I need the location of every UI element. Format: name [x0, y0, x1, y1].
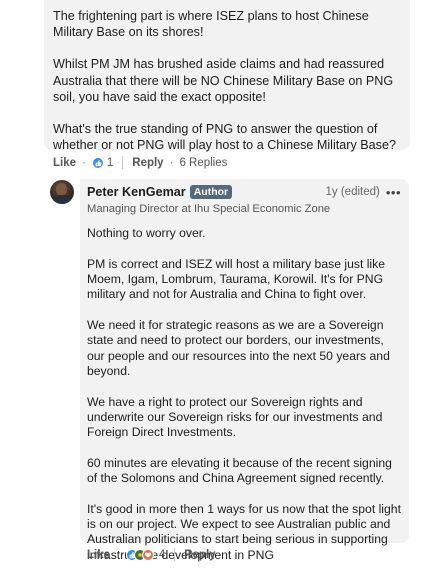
divider [122, 156, 124, 169]
reaction-count[interactable]: 1 [107, 157, 113, 169]
separator-dot: · [116, 548, 120, 561]
avatar[interactable] [50, 180, 74, 204]
like-button[interactable]: Like [53, 157, 76, 169]
comment-paragraph: The frightening part is where ISEZ plans… [53, 9, 369, 40]
author-headline: Managing Director at Ihu Special Economi… [87, 203, 331, 215]
more-options-icon[interactable]: ••• [386, 185, 401, 200]
timestamp: 1y (edited) [325, 186, 380, 198]
reply-comment-actions: Like · 4 Reply [87, 548, 216, 561]
reply-comment-bubble: Peter KenGemar Author 1y (edited) ••• Ma… [80, 179, 409, 562]
author-badge: Author [189, 185, 233, 199]
reply-body: Nothing to worry over. PM is correct and… [87, 226, 401, 563]
like-button[interactable]: Like [87, 549, 110, 561]
comment-paragraph: Whilst PM JM has brushed aside claims an… [53, 57, 394, 104]
like-reaction-icon[interactable] [91, 156, 104, 169]
replies-count-link[interactable]: 6 Replies [179, 157, 227, 169]
reply-header: Peter KenGemar Author 1y (edited) ••• [87, 184, 401, 200]
separator-dot: · [82, 156, 86, 169]
love-reaction-icon[interactable] [141, 548, 154, 561]
parent-comment-actions: Like · 1 Reply · 6 Replies [53, 156, 227, 169]
reply-paragraph: PM is correct and ISEZ will host a milit… [87, 256, 386, 302]
avatar-shirt [52, 195, 72, 204]
reply-paragraph: Nothing to worry over. [87, 226, 206, 240]
reaction-count[interactable]: 4 [159, 549, 165, 561]
divider [174, 548, 176, 561]
comment-paragraph: What's the true standing of PNG to answe… [53, 122, 396, 153]
author-name[interactable]: Peter KenGemar [87, 185, 186, 199]
parent-comment-bubble: The frightening part is where ISEZ plans… [44, 0, 410, 153]
reply-button[interactable]: Reply [132, 157, 163, 169]
reply-meta: 1y (edited) ••• [326, 185, 402, 200]
reply-paragraph: We have a right to protect our Sovereign… [87, 394, 383, 440]
separator-dot: · [169, 156, 174, 169]
reply-paragraph: 60 minutes are elevating it because of t… [87, 455, 392, 486]
reply-button[interactable]: Reply [184, 549, 215, 561]
reply-paragraph: We need it for strategic reasons as we a… [87, 317, 390, 378]
